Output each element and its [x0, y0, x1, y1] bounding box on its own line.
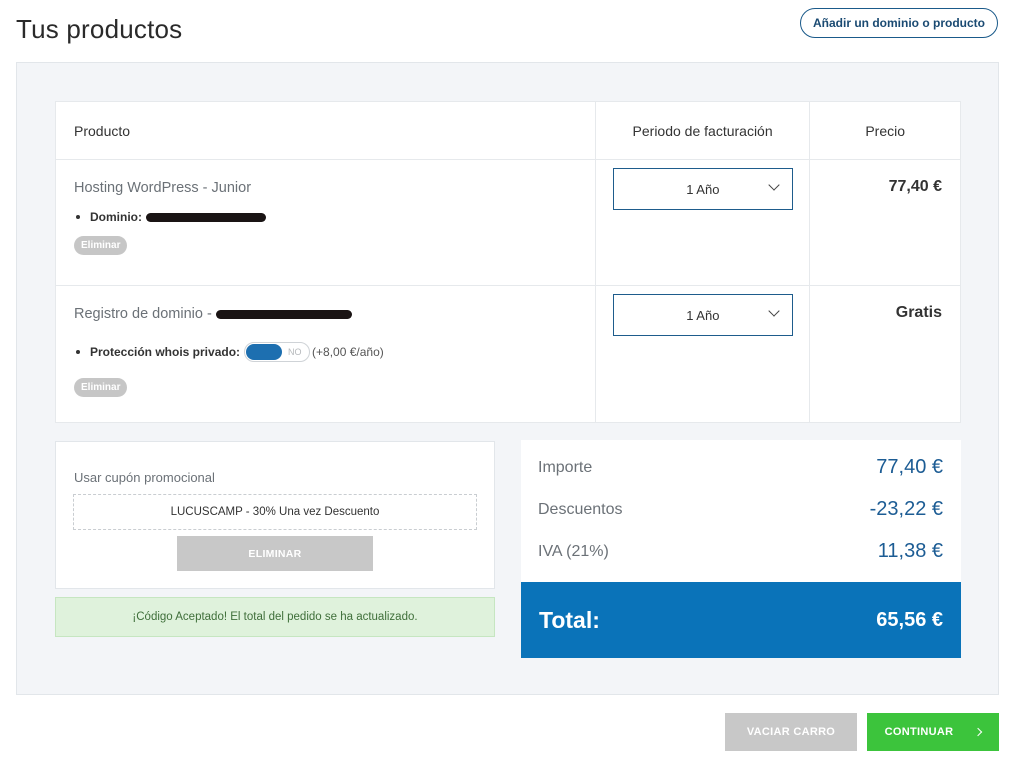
coupon-success-message: ¡Código Aceptado! El total del pedido se… [55, 597, 495, 637]
continue-button[interactable]: CONTINUAR [867, 713, 999, 751]
whois-privacy-toggle[interactable]: NO [244, 342, 311, 362]
empty-cart-button[interactable]: VACIAR CARRO [725, 713, 857, 751]
product-name: Hosting WordPress - Junior [74, 180, 595, 196]
product-name-text: Hosting WordPress - Junior [74, 180, 252, 196]
toggle-state-label: NO [288, 347, 302, 357]
total-label: Total: [539, 606, 600, 633]
summary-discount-row: Descuentos -23,22 € [538, 498, 943, 521]
table-row: Hosting WordPress - Junior Dominio: Elim… [56, 160, 960, 286]
summary-amount-row: Importe 77,40 € [538, 456, 943, 479]
table-row: Registro de dominio - Protección whois p… [56, 286, 960, 422]
redacted-domain [215, 309, 352, 319]
period-cell: 1 Año [596, 286, 811, 422]
total-value: 65,56 € [876, 608, 943, 631]
cart-table: Producto Periodo de facturación Precio H… [55, 101, 961, 423]
product-name: Registro de dominio - [74, 306, 595, 322]
order-summary: Importe 77,40 € Descuentos -23,22 € IVA … [521, 440, 961, 658]
coupon-label: Usar cupón promocional [74, 470, 215, 485]
bullet-icon [76, 350, 80, 354]
chevron-down-icon [768, 305, 780, 317]
whois-privacy-price: (+8,00 €/año) [312, 345, 384, 359]
billing-period-select[interactable]: 1 Año [612, 294, 793, 336]
product-name-text: Registro de dominio - [74, 306, 212, 322]
bullet-icon [76, 215, 80, 219]
cart-panel: Producto Periodo de facturación Precio H… [16, 62, 999, 695]
chevron-right-icon [974, 727, 983, 737]
coupon-input[interactable]: LUCUSCAMP - 30% Una vez Descuento [73, 494, 477, 530]
continue-label: CONTINUAR [884, 726, 954, 738]
empty-cart-label: VACIAR CARRO [746, 726, 836, 738]
period-cell: 1 Año [596, 160, 811, 285]
redacted-domain [146, 212, 266, 222]
remove-hosting-button[interactable]: Eliminar [74, 236, 128, 255]
price-cell: Gratis [810, 286, 960, 422]
domain-label: Dominio: [90, 210, 142, 224]
billing-period-value: 1 Año [686, 307, 720, 323]
product-price: Gratis [895, 304, 942, 321]
price-cell: 77,40 € [810, 160, 960, 285]
header-price: Precio [865, 122, 906, 139]
coupon-box: Usar cupón promocional LUCUSCAMP - 30% U… [55, 441, 495, 589]
total-bar: Total: 65,56 € [521, 582, 961, 658]
toggle-knob [246, 344, 283, 360]
summary-tax-row: IVA (21%) 11,38 € [538, 540, 943, 563]
product-detail: Dominio: [74, 210, 595, 224]
amount-value: 77,40 € [876, 456, 943, 478]
product-detail: Protección whois privado: NO (+8,00 €/añ… [74, 342, 595, 362]
table-header: Producto Periodo de facturación Precio [56, 102, 960, 160]
whois-privacy-label: Protección whois privado: [90, 345, 241, 359]
tax-label: IVA (21%) [538, 542, 609, 560]
billing-period-value: 1 Año [686, 181, 720, 197]
header-period: Periodo de facturación [596, 102, 811, 159]
discount-label: Descuentos [538, 500, 623, 518]
billing-period-select[interactable]: 1 Año [612, 168, 793, 210]
product-cell: Hosting WordPress - Junior Dominio: Elim… [56, 160, 596, 285]
remove-domain-button[interactable]: Eliminar [74, 378, 128, 397]
tax-value: 11,38 € [877, 540, 943, 562]
discount-value: -23,22 € [869, 498, 943, 520]
product-price: 77,40 € [888, 178, 942, 195]
product-cell: Registro de dominio - Protección whois p… [56, 286, 596, 422]
chevron-down-icon [768, 179, 780, 191]
amount-label: Importe [538, 458, 593, 476]
header-product: Producto [56, 102, 596, 159]
coupon-remove-button[interactable]: ELIMINAR [177, 536, 373, 571]
page-title: Tus productos [16, 14, 183, 44]
add-domain-or-product-button[interactable]: Añadir un dominio o producto [800, 8, 998, 38]
